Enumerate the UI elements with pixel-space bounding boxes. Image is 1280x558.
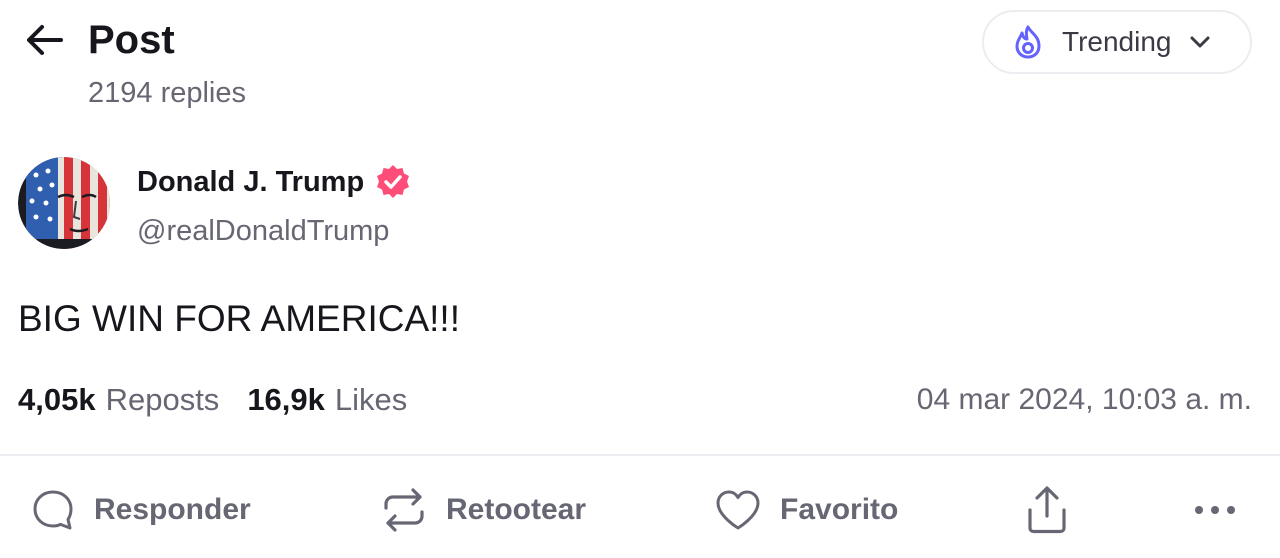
post-page: Post 2194 replies Trending Donald J. Tru… <box>0 0 1280 558</box>
favorite-label: Favorito <box>780 493 899 526</box>
more-options-button[interactable] <box>1192 480 1238 540</box>
divider <box>0 454 1280 456</box>
reply-label: Responder <box>94 493 251 526</box>
page-title: Post <box>88 18 175 62</box>
reposts-count: 4,05k <box>18 382 96 417</box>
sort-dropdown[interactable]: Trending <box>982 10 1252 74</box>
author-name: Donald J. Trump <box>137 166 365 198</box>
reply-button[interactable]: Responder <box>30 480 251 540</box>
avatar[interactable] <box>18 157 110 249</box>
heart-icon <box>716 490 760 530</box>
reply-icon <box>33 490 73 530</box>
repost-icon <box>384 488 424 532</box>
reply-count: 2194 replies <box>88 77 246 109</box>
arrow-left-icon <box>27 25 63 55</box>
favorite-button[interactable]: Favorito <box>714 480 898 540</box>
reposts-label: Reposts <box>105 382 220 417</box>
author-name-link[interactable]: Donald J. Trump <box>137 160 412 204</box>
boost-label: Retootear <box>446 493 587 526</box>
verified-badge-icon <box>374 163 412 201</box>
likes-count: 16,9k <box>247 382 325 417</box>
chevron-down-icon <box>1189 35 1211 49</box>
likes-stat[interactable]: 16,9k Likes <box>247 378 407 422</box>
likes-label: Likes <box>334 382 408 417</box>
post-timestamp[interactable]: 04 mar 2024, 10:03 a. m. <box>917 378 1252 422</box>
author-handle[interactable]: @realDonaldTrump <box>137 210 389 252</box>
back-button[interactable] <box>18 18 70 62</box>
boost-button[interactable]: Retootear <box>380 480 586 540</box>
post-text: BIG WIN FOR AMERICA!!! <box>18 298 460 339</box>
sort-selected-label: Trending <box>1062 26 1172 57</box>
flame-icon <box>1015 25 1041 59</box>
share-icon <box>1028 486 1066 534</box>
share-button[interactable] <box>1024 480 1070 540</box>
post-stats: 4,05k Reposts 16,9k Likes <box>18 378 407 422</box>
more-horizontal-icon <box>1195 506 1235 514</box>
reposts-stat[interactable]: 4,05k Reposts <box>18 378 219 422</box>
